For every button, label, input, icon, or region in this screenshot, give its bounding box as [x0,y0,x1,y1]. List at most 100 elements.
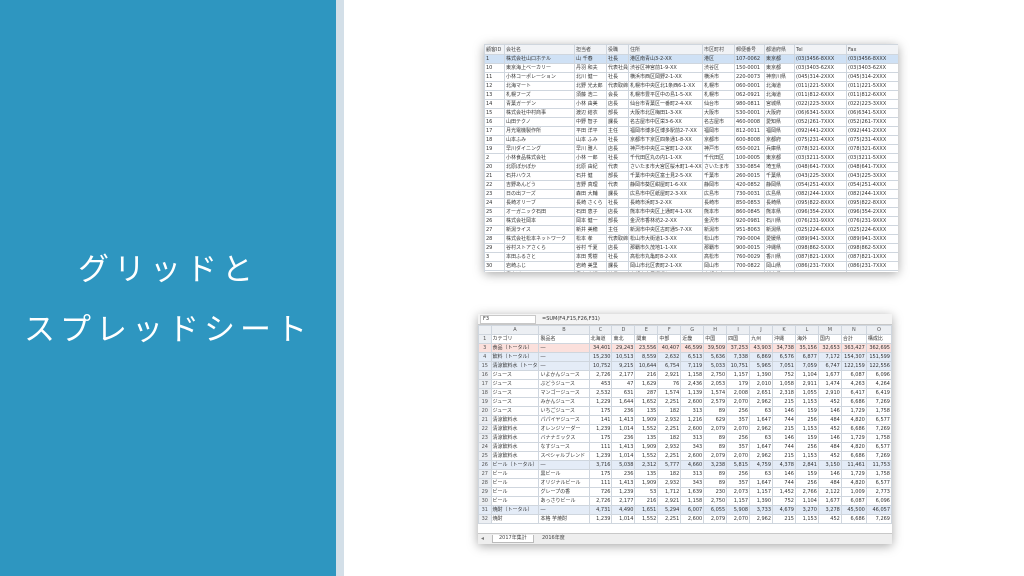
grid-cell[interactable]: 大阪市 [702,108,735,118]
grid-row[interactable]: 14 青葉ガーデン 小林 由美 店長 仙台市青葉区一番町2-4-XX 仙台市 980-081… [484,99,898,109]
sheet-cell[interactable]: ― [538,343,590,353]
sheet-cell[interactable]: 本格 芋焼酎 [538,514,590,524]
sheet-cell[interactable]: 2,070 [726,514,751,524]
grid-column-header[interactable]: 市区町村 [702,44,735,55]
sheet-cell[interactable]: 1,239 [588,451,613,461]
sheet-cell[interactable]: いよかんジュース [538,370,590,380]
sheet-cell[interactable]: ジュース [490,406,540,416]
grid-cell[interactable]: 課長 [606,117,629,127]
sheet-cell[interactable]: 175 [588,433,613,443]
sheet-cell[interactable]: 6,096 [865,370,892,380]
row-number[interactable]: 20 [478,406,492,416]
grid-cell[interactable]: (075)231-4XXX [794,135,847,145]
grid-cell[interactable]: 静岡市葵区紺屋町1-6-XX [628,180,703,190]
name-box[interactable]: F3 [480,315,536,324]
sheet-cell[interactable]: 2,600 [680,424,705,434]
grid-row[interactable]: 27 新潟ライス 新井 美穂 主任 新潟市中央区古町通5-7-XX 新潟市 951-8063… [484,225,898,235]
grid-cell[interactable]: 代表 [606,180,629,190]
grid-cell[interactable]: 760-0029 [734,252,765,262]
grid-cell[interactable]: 社長 [606,153,629,163]
grid-cell[interactable]: 社長 [606,198,629,208]
grid-cell[interactable]: 12 [484,81,505,91]
grid-cell[interactable]: 栃木県 [764,270,795,272]
sheet-cell[interactable]: 2,010 [749,379,774,389]
grid-cell[interactable]: 宇都宮市 [702,270,735,272]
column-letter[interactable]: B [538,325,590,335]
grid-column-header[interactable]: 郵便番号 [734,44,765,55]
sheet-cell[interactable]: 11,461 [840,460,867,470]
sheet-cell[interactable]: 256 [794,415,819,425]
sheet-cell[interactable]: 1,104 [794,496,819,506]
grid-cell[interactable]: 31 [484,270,505,272]
grid-cell[interactable]: 金沢市 [702,216,735,226]
grid-cell[interactable]: 2 [484,153,505,163]
sheet-cell[interactable]: 230 [703,487,728,497]
formula-text[interactable]: =SUM(F4,F15,F26,F31) [542,315,600,323]
sheet-row[interactable]: 30 ビール あっさりビール 2,726 2,177 216 2,921 1,158 2,750… [478,496,892,506]
sheet-cell[interactable]: 10,752 [588,361,613,371]
grid-cell[interactable]: 小林 由美 [574,99,607,109]
sheet-cell[interactable]: 6,087 [840,496,867,506]
grid-cell[interactable]: 小林 一郎 [574,153,607,163]
sheet-row[interactable]: 22 清涼飲料水 オレンジソーダー 1,239 1,014 1,552 2,251 2,600… [478,424,892,434]
sheet-row[interactable]: 17 ジュース ぶどうジュース 453 47 1,629 76 2,436 2,053 179 2,… [478,379,892,389]
sheet-cell[interactable]: 9,215 [611,361,636,371]
sheet-cell[interactable]: 46,057 [865,505,892,515]
grid-row[interactable]: 28株式会社松本ネットワーク松本 孝代表取締役松山市大街道1-3-XX松山市79… [484,234,898,244]
grid-cell[interactable]: (06)6341-5XXX [794,108,847,118]
grid-cell[interactable]: 062-0921 [734,90,765,100]
sheet-cell[interactable]: 2,008 [726,388,751,398]
grid-column-header[interactable]: 顧客ID [484,44,505,55]
grid-column-header[interactable]: Fax [846,44,898,55]
sheet-header-cell[interactable]: 海外 [794,334,819,344]
sheet-cell[interactable]: グレープの香 [538,487,590,497]
grid-row[interactable]: 1 株式会社山口ホテル山 千春 社長 港区南青山3-2-XX 港区 107-0062 東京都… [484,54,898,64]
sheet-cell[interactable]: 4,490 [611,505,636,515]
sheet-cell[interactable]: 236 [611,469,636,479]
grid-cell[interactable]: 須藤 浩二 [574,90,607,100]
sheet-cell[interactable]: マンゴージュース [538,388,590,398]
grid-cell[interactable]: (095)822-8XXX [794,198,847,208]
sheet-cell[interactable]: 256 [726,406,751,416]
grid-cell[interactable]: (075)231-4XXX [846,135,898,145]
sheet-cell[interactable]: 3,238 [703,460,728,470]
sheet-row[interactable]: 19 ジュース みかんジュース 1,229 1,644 1,652 2,251 2,600 2,… [478,397,892,407]
grid-cell[interactable]: (048)641-7XXX [846,162,898,172]
grid-cell[interactable]: 東京海上ベーカリー [504,63,575,73]
grid-cell[interactable]: 730-0031 [734,189,765,199]
sheet-cell[interactable]: 2,177 [611,370,636,380]
grid-cell[interactable]: 青木 大輝 [574,270,607,272]
grid-cell[interactable]: 横浜市西区岡野2-1-XX [628,72,703,82]
sheet-cell[interactable]: ビール [490,496,540,506]
sheet-cell[interactable]: 752 [772,496,796,506]
grid-cell[interactable]: (078)321-6XXX [794,144,847,154]
grid-cell[interactable]: 700-0822 [734,261,765,271]
grid-cell[interactable]: (086)231-7XXX [846,261,898,271]
sheet-cell[interactable]: 216 [634,496,659,506]
grid-cell[interactable]: 代表社員 [606,63,629,73]
grid-cell[interactable]: (087)821-1XXX [794,252,847,262]
sheet-cell[interactable]: 1,758 [865,406,892,416]
sheet-cell[interactable]: 29,243 [611,343,636,353]
sheet-cell[interactable]: 6,686 [840,424,867,434]
sheet-row[interactable]: 29 ビール グレープの香 726 1,239 53 1,712 1,639 230 2,073 1… [478,487,892,497]
grid-cell[interactable]: 青木ばく [504,270,575,272]
sheet-cell[interactable]: 清涼飲料水 [490,433,540,443]
grid-cell[interactable]: 北野 光太郎 [574,81,607,91]
grid-cell[interactable]: 那覇市 [702,243,735,253]
grid-row[interactable]: 31青木ばく青木 大輝社長宇都宮市馬場通り1-1-XX宇都宮市320-0026栃… [484,270,898,272]
sheet-cell[interactable]: 6,007 [680,505,705,515]
grid-cell[interactable]: 1 [484,54,505,64]
column-letter[interactable]: M [817,325,842,335]
sheet-cell[interactable]: 8,559 [634,352,659,362]
row-number[interactable]: 25 [478,451,492,461]
sheet-cell[interactable]: 752 [772,370,796,380]
grid-cell[interactable]: 静岡市 [702,180,735,190]
sheet-cell[interactable]: 256 [726,433,751,443]
grid-cell[interactable]: 岡山市 [702,261,735,271]
grid-cell[interactable]: 渋谷区 [702,63,735,73]
grid-cell[interactable]: 札幌市豊平区中の島1-5-XX [628,90,703,100]
sheet-cell[interactable]: 1,239 [588,424,613,434]
grid-cell[interactable]: 神奈川県 [764,72,795,82]
sheet-cell[interactable]: 1,153 [794,397,819,407]
